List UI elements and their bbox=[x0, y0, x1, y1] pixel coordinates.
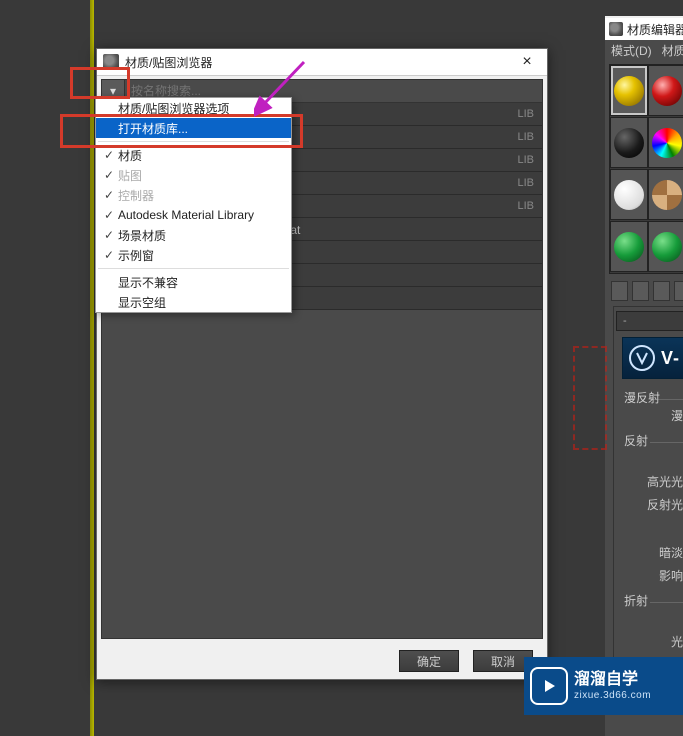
param-label: 暗淡距 bbox=[620, 544, 683, 561]
check-icon: ✓ bbox=[100, 168, 118, 182]
close-icon[interactable]: × bbox=[513, 53, 541, 71]
material-slot[interactable] bbox=[648, 117, 683, 168]
menu-item-label: 贴图 bbox=[118, 167, 142, 184]
param-label: 细 bbox=[620, 519, 683, 536]
menu-material[interactable]: 材质( bbox=[662, 42, 683, 59]
lib-badge: LIB bbox=[517, 177, 534, 189]
material-slots bbox=[609, 64, 683, 274]
param-label: 反射光泽 bbox=[620, 496, 683, 513]
play-icon bbox=[530, 667, 568, 705]
editor-params: - V- 漫反射漫反反射反高光光泽反射光泽细暗淡距影响通折射折光泽 细 bbox=[613, 306, 683, 677]
material-slot[interactable] bbox=[610, 65, 648, 116]
toolbar-button[interactable] bbox=[632, 281, 649, 301]
lib-badge: LIB bbox=[517, 200, 534, 212]
material-slot[interactable] bbox=[648, 65, 683, 116]
param-label: 反 bbox=[620, 450, 683, 467]
menu-item-label: 材质 bbox=[118, 147, 142, 164]
check-icon: ✓ bbox=[100, 208, 118, 222]
menu-item-label: Autodesk Material Library bbox=[118, 208, 254, 222]
options-popup-menu[interactable]: 材质/贴图浏览器选项打开材质库...✓材质✓贴图✓控制器✓Autodesk Ma… bbox=[95, 97, 292, 313]
param-group-header: 漫反射 bbox=[620, 389, 683, 406]
menu-item-label: 示例窗 bbox=[118, 247, 154, 264]
menu-item[interactable]: ✓场景材质 bbox=[96, 225, 291, 245]
material-slot[interactable] bbox=[648, 169, 683, 220]
menu-item: ✓控制器 bbox=[96, 185, 291, 205]
menu-item[interactable]: ✓示例窗 bbox=[96, 245, 291, 265]
param-label: 影响通 bbox=[620, 567, 683, 584]
menu-item: ✓贴图 bbox=[96, 165, 291, 185]
material-slot[interactable] bbox=[610, 221, 648, 272]
param-label: 漫反 bbox=[620, 407, 683, 424]
check-icon: ✓ bbox=[100, 248, 118, 262]
material-name-field[interactable]: - bbox=[616, 311, 683, 331]
param-group: 漫反射漫反 bbox=[620, 389, 683, 424]
ok-button[interactable]: 确定 bbox=[399, 650, 459, 672]
lib-badge: LIB bbox=[517, 154, 534, 166]
menu-separator bbox=[98, 268, 289, 269]
app-icon bbox=[103, 54, 119, 70]
menu-separator bbox=[98, 141, 289, 142]
menu-item[interactable]: ✓Autodesk Material Library bbox=[96, 205, 291, 225]
menu-item[interactable]: ✓材质 bbox=[96, 145, 291, 165]
menu-item-label: 显示空组 bbox=[118, 294, 166, 311]
browser-footer: 确定 取消 bbox=[97, 643, 547, 679]
menu-item[interactable]: 材质/贴图浏览器选项 bbox=[96, 98, 291, 118]
lib-badge: LIB bbox=[517, 108, 534, 120]
param-group: 暗淡距影响通 bbox=[620, 544, 683, 584]
menu-item-label: 材质/贴图浏览器选项 bbox=[118, 100, 229, 117]
param-label: 高光光泽 bbox=[620, 473, 683, 490]
check-icon: ✓ bbox=[100, 148, 118, 162]
material-slot[interactable] bbox=[610, 117, 648, 168]
editor-menubar[interactable]: 模式(D) 材质( bbox=[605, 40, 683, 60]
brand-url: zixue.3d66.com bbox=[574, 690, 651, 702]
vray-logo-icon bbox=[629, 345, 655, 371]
menu-mode[interactable]: 模式(D) bbox=[611, 42, 652, 59]
lib-badge: LIB bbox=[517, 131, 534, 143]
browser-titlebar[interactable]: 材质/贴图浏览器 × bbox=[97, 49, 547, 76]
brand-name: 溜溜自学 bbox=[574, 670, 651, 689]
editor-title: 材质编辑器 bbox=[627, 21, 683, 38]
menu-item-label: 场景材质 bbox=[118, 227, 166, 244]
material-editor: 材质编辑器 模式(D) 材质( - V- 漫反射漫反反射反高光光泽反射光泽细暗淡… bbox=[605, 16, 683, 736]
param-group: 反射反高光光泽反射光泽细 bbox=[620, 432, 683, 536]
viewport-edge bbox=[90, 0, 94, 736]
menu-item-label: 打开材质库... bbox=[118, 120, 188, 137]
toolbar-button[interactable] bbox=[611, 281, 628, 301]
app-icon bbox=[609, 22, 623, 36]
material-slot[interactable] bbox=[610, 169, 648, 220]
vray-banner: V- bbox=[622, 337, 683, 379]
brand-watermark: 溜溜自学 zixue.3d66.com bbox=[524, 657, 683, 715]
editor-titlebar[interactable]: 材质编辑器 bbox=[605, 18, 683, 40]
check-icon: ✓ bbox=[100, 228, 118, 242]
menu-item[interactable]: 显示空组 bbox=[96, 292, 291, 312]
toolbar-button[interactable] bbox=[653, 281, 670, 301]
menu-item[interactable]: 打开材质库... bbox=[96, 118, 291, 138]
vray-text: V- bbox=[661, 348, 680, 369]
check-icon: ✓ bbox=[100, 188, 118, 202]
menu-item-label: 显示不兼容 bbox=[118, 274, 178, 291]
param-label: 光泽 bbox=[620, 633, 683, 650]
editor-toolbar bbox=[609, 278, 683, 304]
param-group-header: 反射 bbox=[620, 432, 683, 449]
param-group-header: 折射 bbox=[620, 592, 683, 609]
menu-item-label: 控制器 bbox=[118, 187, 154, 204]
material-slot[interactable] bbox=[648, 221, 683, 272]
browser-title: 材质/贴图浏览器 bbox=[125, 54, 212, 71]
param-label: 折 bbox=[620, 610, 683, 627]
toolbar-button[interactable] bbox=[674, 281, 683, 301]
menu-item[interactable]: 显示不兼容 bbox=[96, 272, 291, 292]
